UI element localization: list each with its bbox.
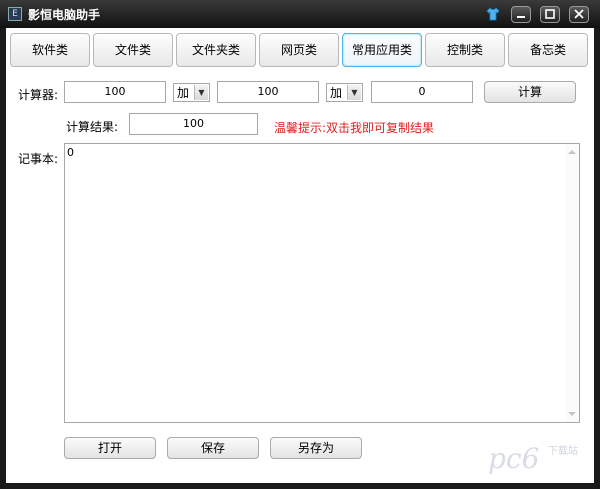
minimize-button[interactable] [511,6,531,23]
svg-text:下载站: 下载站 [548,444,578,457]
scroll-down-icon[interactable] [568,412,576,416]
operator1-value: 加 [177,86,190,100]
app-logo-icon: E [8,7,22,21]
operand3-input[interactable]: 0 [371,81,473,103]
tab-files[interactable]: 文件类 [93,33,173,67]
notepad-textarea[interactable]: 0 [64,143,580,423]
save-as-button[interactable]: 另存为 [270,437,362,459]
operator2-select[interactable]: 加 ▼ [326,83,363,102]
operand2-input[interactable]: 100 [217,81,319,103]
title-bar[interactable]: E 影恒电脑助手 [0,0,600,28]
tab-control[interactable]: 控制类 [425,33,505,67]
calculate-button[interactable]: 计算 [484,81,576,103]
maximize-button[interactable] [540,6,560,23]
tab-memo[interactable]: 备忘类 [508,33,588,67]
save-button[interactable]: 保存 [167,437,259,459]
notepad-content: 0 [67,146,74,159]
close-icon [574,9,584,19]
tab-folders[interactable]: 文件夹类 [176,33,256,67]
operator1-select[interactable]: 加 ▼ [173,83,210,102]
calculator-label: 计算器: [18,88,59,102]
maximize-icon [545,9,555,19]
chevron-down-icon: ▼ [194,85,208,100]
main-panel: 软件类 文件类 文件夹类 网页类 常用应用类 控制类 备忘类 计算器: 100 … [6,28,594,483]
result-field[interactable]: 100 [129,113,258,135]
result-label: 计算结果: [66,120,119,134]
chevron-down-icon: ▼ [347,85,361,100]
tab-software[interactable]: 软件类 [10,33,90,67]
operator2-value: 加 [330,86,343,100]
app-window: E 影恒电脑助手 软件类 文件类 文件夹类 网页类 常用应用类 控制类 备忘类 … [0,0,600,489]
window-title: 影恒电脑助手 [28,8,101,22]
skin-icon[interactable] [486,7,500,21]
tab-common-apps[interactable]: 常用应用类 [342,33,422,67]
notepad-scrollbar[interactable] [565,144,579,422]
pc6-watermark-logo: pc6 下载站 [488,442,578,475]
minimize-icon [517,16,525,18]
operand1-input[interactable]: 100 [64,81,166,103]
open-button[interactable]: 打开 [64,437,156,459]
close-button[interactable] [569,6,589,23]
svg-text:pc6: pc6 [488,442,539,475]
notepad-label: 记事本: [18,152,59,166]
tab-web[interactable]: 网页类 [259,33,339,67]
scroll-up-icon[interactable] [568,150,576,154]
copy-hint-text: 温馨提示:双击我即可复制结果 [274,121,435,135]
